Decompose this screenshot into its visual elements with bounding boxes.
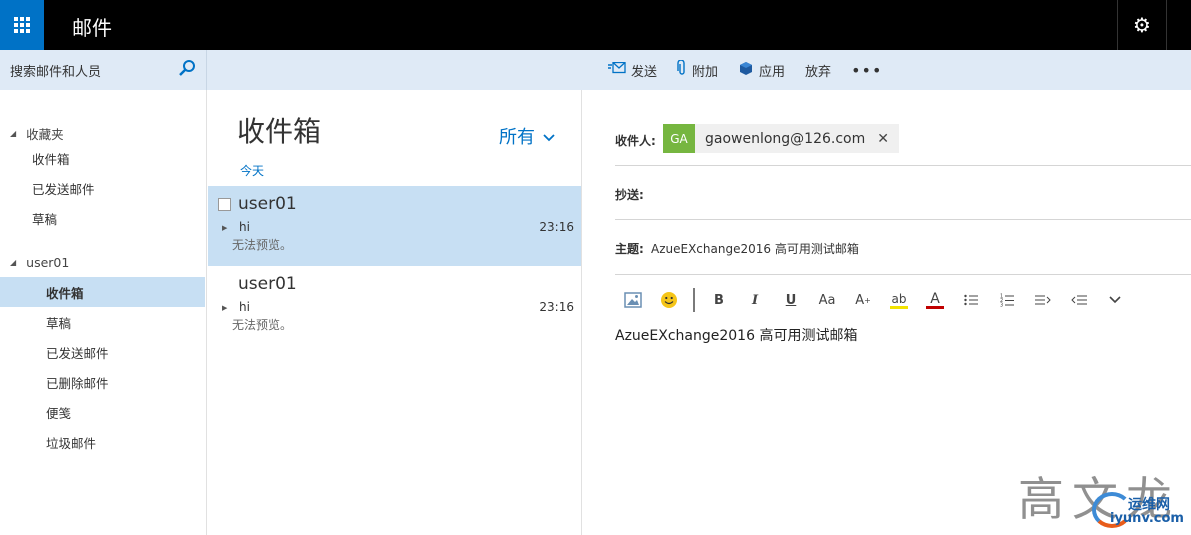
message-subject: hi — [239, 220, 250, 234]
search-box[interactable]: 搜索邮件和人员 — [0, 50, 207, 90]
favorite-item-drafts[interactable]: 草稿 — [0, 203, 205, 233]
more-actions-button[interactable]: ••• — [851, 61, 882, 80]
message-body[interactable]: AzueEXchange2016 高可用测试邮箱 — [615, 325, 857, 345]
top-bar: 邮件 ⚙ — [0, 0, 1191, 50]
message-subject: hi — [239, 300, 250, 314]
send-icon — [608, 61, 626, 78]
to-label: 收件人: — [615, 134, 656, 148]
folder-item-junk[interactable]: 垃圾邮件 — [0, 427, 205, 457]
search-icon[interactable] — [178, 59, 196, 81]
collapse-triangle-icon: ◢ — [10, 129, 17, 138]
subject-field[interactable]: 主题: AzueEXchange2016 高可用测试邮箱 — [615, 220, 1191, 275]
message-preview: 无法预览。 — [232, 318, 293, 332]
list-item[interactable]: user01 ▶ hi 23:16 无法预览。 — [208, 186, 581, 266]
increase-indent-icon[interactable] — [1025, 288, 1061, 312]
picture-icon[interactable] — [615, 288, 651, 312]
send-button[interactable]: 发送 — [608, 61, 657, 80]
grow-font-icon[interactable]: A + — [845, 288, 881, 312]
bullets-icon[interactable] — [953, 288, 989, 312]
favorites-header[interactable]: ◢ 收藏夹 — [10, 124, 64, 143]
expand-triangle-icon[interactable]: ▶ — [222, 224, 227, 232]
more-formatting-icon[interactable] — [1097, 288, 1133, 312]
account-header[interactable]: ◢ user01 — [10, 255, 69, 270]
search-input[interactable]: 搜索邮件和人员 — [10, 61, 178, 80]
waffle-icon — [14, 17, 30, 33]
folder-item-notes[interactable]: 便笺 — [0, 397, 205, 427]
message-preview: 无法预览。 — [232, 238, 293, 252]
emoji-icon[interactable] — [651, 288, 687, 312]
recipient-email: gaowenlong@126.com — [705, 130, 866, 147]
discard-button[interactable]: 放弃 — [805, 61, 831, 80]
favorites-label: 收藏夹 — [26, 127, 64, 142]
site-logo-watermark: 运维网 iyunv.com — [1092, 492, 1188, 530]
cc-label: 抄送: — [615, 188, 644, 202]
font-size-icon[interactable]: Aa — [809, 288, 845, 312]
paperclip-icon — [677, 59, 687, 80]
apps-icon — [738, 60, 754, 80]
font-color-icon[interactable]: A — [926, 291, 944, 309]
settings-button[interactable]: ⚙ — [1117, 0, 1167, 50]
subject-label: 主题: — [615, 242, 644, 256]
subject-input[interactable]: AzueEXchange2016 高可用测试邮箱 — [651, 240, 859, 257]
chevron-down-icon — [543, 126, 555, 147]
close-icon[interactable]: ✕ — [877, 131, 899, 147]
folder-item-deleted[interactable]: 已删除邮件 — [0, 367, 205, 397]
message-list: 收件箱 所有 今天 user01 ▶ hi 23:16 无法预览。 user01… — [208, 90, 582, 535]
app-launcher-button[interactable] — [0, 0, 44, 50]
filter-label: 所有 — [499, 127, 535, 148]
formatting-toolbar: B I U Aa A + ab A 123 — [615, 288, 1133, 312]
collapse-triangle-icon: ◢ — [10, 258, 17, 267]
select-checkbox[interactable] — [218, 198, 231, 211]
app-title: 邮件 — [72, 16, 112, 40]
attach-label: 附加 — [692, 64, 719, 80]
gear-icon: ⚙ — [1133, 13, 1151, 37]
svg-text:3: 3 — [1000, 303, 1003, 308]
account-label: user01 — [26, 255, 70, 270]
message-time: 23:16 — [539, 300, 574, 314]
expand-triangle-icon[interactable]: ▶ — [222, 304, 227, 312]
filter-dropdown[interactable]: 所有 — [499, 123, 555, 149]
recipient-chip[interactable]: GA gaowenlong@126.com ✕ — [663, 124, 899, 153]
group-header-today: 今天 — [240, 164, 265, 178]
list-title: 收件箱 — [237, 115, 322, 148]
toolbar-divider — [693, 288, 695, 312]
message-time: 23:16 — [539, 220, 574, 234]
message-sender: user01 — [238, 194, 297, 214]
attach-button[interactable]: 附加 — [677, 59, 719, 80]
apps-label: 应用 — [759, 64, 786, 80]
numbering-icon[interactable]: 123 — [989, 288, 1025, 312]
folder-item-inbox[interactable]: 收件箱 — [0, 277, 205, 307]
favorite-item-inbox[interactable]: 收件箱 — [0, 143, 205, 173]
discard-label: 放弃 — [805, 64, 832, 80]
message-sender: user01 — [238, 274, 297, 294]
send-label: 发送 — [631, 64, 658, 80]
highlight-icon[interactable]: ab — [890, 291, 908, 309]
underline-icon[interactable]: U — [773, 288, 809, 312]
decrease-indent-icon[interactable] — [1061, 288, 1097, 312]
apps-button[interactable]: 应用 — [738, 60, 785, 80]
more-icon: ••• — [851, 60, 883, 80]
italic-icon[interactable]: I — [737, 288, 773, 312]
folder-item-drafts[interactable]: 草稿 — [0, 307, 205, 337]
folder-item-sent[interactable]: 已发送邮件 — [0, 337, 205, 367]
bold-icon[interactable]: B — [701, 288, 737, 312]
list-item[interactable]: user01 ▶ hi 23:16 无法预览。 — [208, 266, 581, 346]
to-field[interactable]: 收件人: GA gaowenlong@126.com ✕ — [615, 120, 1191, 166]
folder-pane: ◢ 收藏夹 收件箱 已发送邮件 草稿 ◢ user01 收件箱 草稿 已发送邮件… — [0, 90, 207, 535]
cc-field[interactable]: 抄送: — [615, 166, 1191, 220]
favorite-item-sent[interactable]: 已发送邮件 — [0, 173, 205, 203]
avatar: GA — [663, 124, 695, 153]
compose-actions: 发送 附加 应用 放弃 ••• — [608, 50, 882, 90]
